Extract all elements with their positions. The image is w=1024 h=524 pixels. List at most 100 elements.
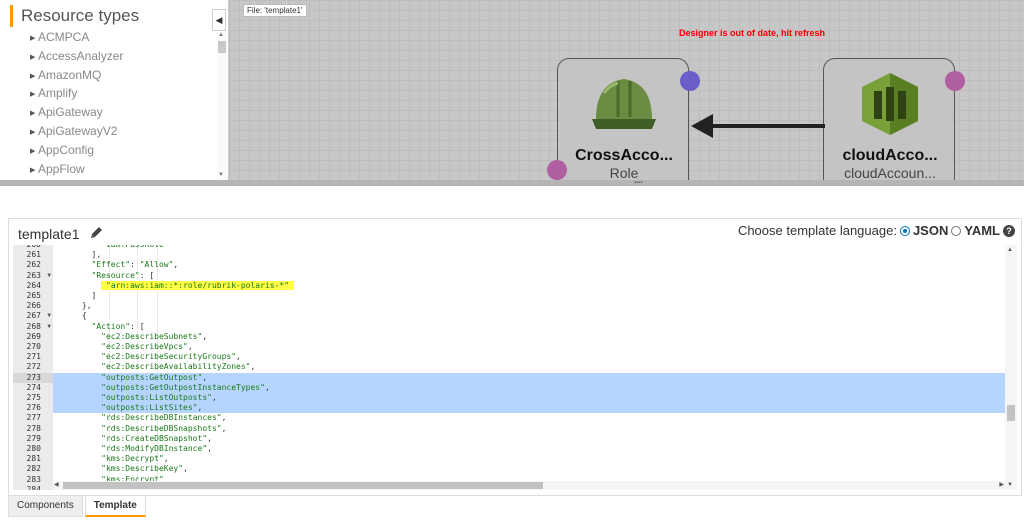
code-line[interactable]: "Action": [ (53, 322, 1005, 332)
template-name: template1 (18, 226, 80, 242)
scroll-up-icon[interactable]: ▲ (1007, 247, 1013, 253)
resource-type-item[interactable]: ▶ AccessAnalyzer (30, 47, 210, 66)
resource-type-label: ApiGateway (38, 105, 103, 120)
code-line[interactable]: "ec2:DescribeSubnets", (53, 332, 1005, 342)
panel-splitter[interactable]: ▪▪▪▪ (0, 180, 1024, 186)
line-number: 278 (26, 423, 41, 433)
template-language-chooser: Choose template language: JSON YAML ? (738, 223, 1015, 238)
line-number: 273 (13, 372, 53, 383)
out-of-date-warning: Designer is out of date, hit refresh (679, 28, 826, 38)
resource-type-item[interactable]: ▶ ApiGateway (30, 103, 210, 122)
node-port[interactable] (680, 71, 700, 91)
help-icon[interactable]: ? (1003, 224, 1015, 237)
resource-type-item[interactable]: ▶ ACMPCA (30, 28, 210, 47)
code-line[interactable]: }, (53, 301, 1005, 311)
line-number: 266 (26, 301, 41, 311)
line-number: 284 (26, 484, 41, 490)
line-number: 279 (26, 433, 41, 443)
code-line[interactable]: "Resource": [ (53, 271, 1005, 281)
code-line[interactable]: "outposts:ListSites", (53, 403, 1005, 414)
json-option-label[interactable]: JSON (913, 223, 948, 238)
fold-toggle-icon[interactable]: ▼ (47, 271, 51, 281)
resource-type-item[interactable]: ▶ AppFlow (30, 160, 210, 179)
expand-triangle-icon[interactable]: ▶ (30, 162, 38, 181)
line-number: 264 (26, 280, 41, 290)
code-line[interactable]: "rds:DescribeDBInstances", (53, 413, 1005, 423)
editor-vertical-scrollbar[interactable]: ▲ ▼ (1005, 245, 1017, 490)
code-editor[interactable]: 260261262263▼264265266267▼268▼2692702712… (13, 245, 1005, 490)
line-number: 263 ▼ (26, 270, 51, 281)
code-line[interactable]: "ec2:DescribeSecurityGroups", (53, 352, 1005, 362)
resource-type-label: Amplify (38, 86, 78, 101)
line-number: 277 (26, 413, 41, 423)
code-line[interactable]: "ec2:DescribeVpcs", (53, 342, 1005, 352)
resource-type-list: ▶ ACMPCA ▶ AccessAnalyzer ▶ AmazonMQ ▶ Amplify ▶… (30, 28, 210, 178)
code-line[interactable]: "outposts:GetOutpostInstanceTypes", (53, 382, 1005, 393)
node-cross-account-role[interactable]: CrossAcco... Role (557, 58, 689, 182)
tab-components[interactable]: Components (8, 496, 83, 517)
tab-template[interactable]: Template (84, 496, 146, 517)
expand-triangle-icon[interactable]: ▶ (30, 30, 38, 49)
code-line[interactable]: "rds:DescribeDBSnapshots", (53, 424, 1005, 434)
collapse-sidebar-button[interactable]: ◀ (212, 9, 226, 31)
yaml-option-label[interactable]: YAML (964, 223, 1000, 238)
line-number: 268 ▼ (26, 321, 51, 332)
line-number: 271 (26, 352, 41, 362)
search-highlight: "arn:aws:iam::*:role/rubrik-polaris-*" (101, 280, 294, 290)
resource-type-item[interactable]: ▶ AppConfig (30, 141, 210, 160)
line-number: 283 (26, 474, 41, 484)
expand-triangle-icon[interactable]: ▶ (30, 143, 38, 162)
node-port[interactable] (945, 71, 965, 91)
json-radio[interactable] (899, 225, 910, 236)
scroll-thumb[interactable] (63, 482, 543, 489)
bottom-tabs: Components Template (8, 496, 148, 520)
code-line[interactable]: "ec2:DescribeAvailabilityZones", (53, 362, 1005, 372)
resource-type-item[interactable]: ▶ ApiGatewayV2 (30, 122, 210, 141)
scroll-right-icon[interactable]: ▶ (999, 481, 1004, 490)
line-number: 270 (26, 342, 41, 351)
line-number: 275 (26, 393, 41, 402)
yaml-radio[interactable] (951, 225, 962, 236)
scroll-left-icon[interactable]: ◀ (54, 481, 59, 490)
scroll-thumb[interactable] (1007, 405, 1015, 421)
code-line[interactable]: "outposts:GetOutpost", (53, 372, 1005, 383)
resource-type-item[interactable]: ▶ AmazonMQ (30, 66, 210, 85)
line-number: 261 (26, 250, 41, 260)
code-area[interactable]: "iam:PassRole" ], "Effect": "Allow", "Re… (53, 245, 1005, 490)
fold-toggle-icon[interactable]: ▼ (47, 322, 51, 332)
resource-type-item[interactable]: ▶ Amplify (30, 84, 210, 103)
sidebar-scrollbar[interactable]: ▲ ▼ (217, 32, 227, 180)
code-line[interactable]: "rds:CreateDBSnapshot", (53, 434, 1005, 444)
code-line[interactable]: ] (53, 291, 1005, 301)
dependency-arrow[interactable] (691, 112, 825, 140)
fold-toggle-icon[interactable]: ▼ (47, 311, 51, 321)
code-line[interactable]: { (53, 311, 1005, 321)
language-label: Choose template language: (737, 223, 897, 238)
code-line[interactable]: "outposts:ListOutposts", (53, 393, 1005, 404)
code-line[interactable]: "kms:Decrypt", (53, 454, 1005, 464)
code-line[interactable]: "arn:aws:iam::*:role/rubrik-polaris-*" (53, 280, 1005, 291)
resource-type-label: AppFlow (38, 161, 85, 176)
line-number: 281 (26, 454, 41, 464)
editor-horizontal-scrollbar[interactable]: ◀ ▶ (53, 481, 1005, 490)
expand-triangle-icon[interactable]: ▶ (30, 49, 38, 68)
expand-triangle-icon[interactable]: ▶ (30, 124, 38, 143)
node-name: CrossAcco... (575, 147, 673, 164)
scroll-down-icon[interactable]: ▼ (218, 172, 224, 178)
node-port[interactable] (547, 160, 567, 180)
resource-type-label: AmazonMQ (38, 67, 102, 82)
pencil-icon[interactable] (89, 226, 103, 240)
code-line[interactable]: "rds:ModifyDBInstance", (53, 444, 1005, 454)
designer-canvas[interactable]: File: 'template1' Designer is out of dat… (229, 0, 1024, 182)
code-line[interactable]: "Effect": "Allow", (53, 260, 1005, 270)
line-number: 267 ▼ (26, 311, 51, 321)
code-line[interactable]: "kms:DescribeKey", (53, 464, 1005, 474)
line-number: 262 (26, 260, 41, 270)
code-line[interactable]: ], (53, 250, 1005, 260)
hard-hat-icon (592, 79, 656, 129)
scroll-down-icon[interactable]: ▼ (1007, 482, 1013, 488)
resource-type-label: ACMPCA (38, 30, 90, 44)
scroll-thumb[interactable] (218, 41, 226, 53)
scroll-up-icon[interactable]: ▲ (218, 32, 224, 38)
node-cloud-account[interactable]: cloudAcco... cloudAccoun... (823, 58, 955, 182)
